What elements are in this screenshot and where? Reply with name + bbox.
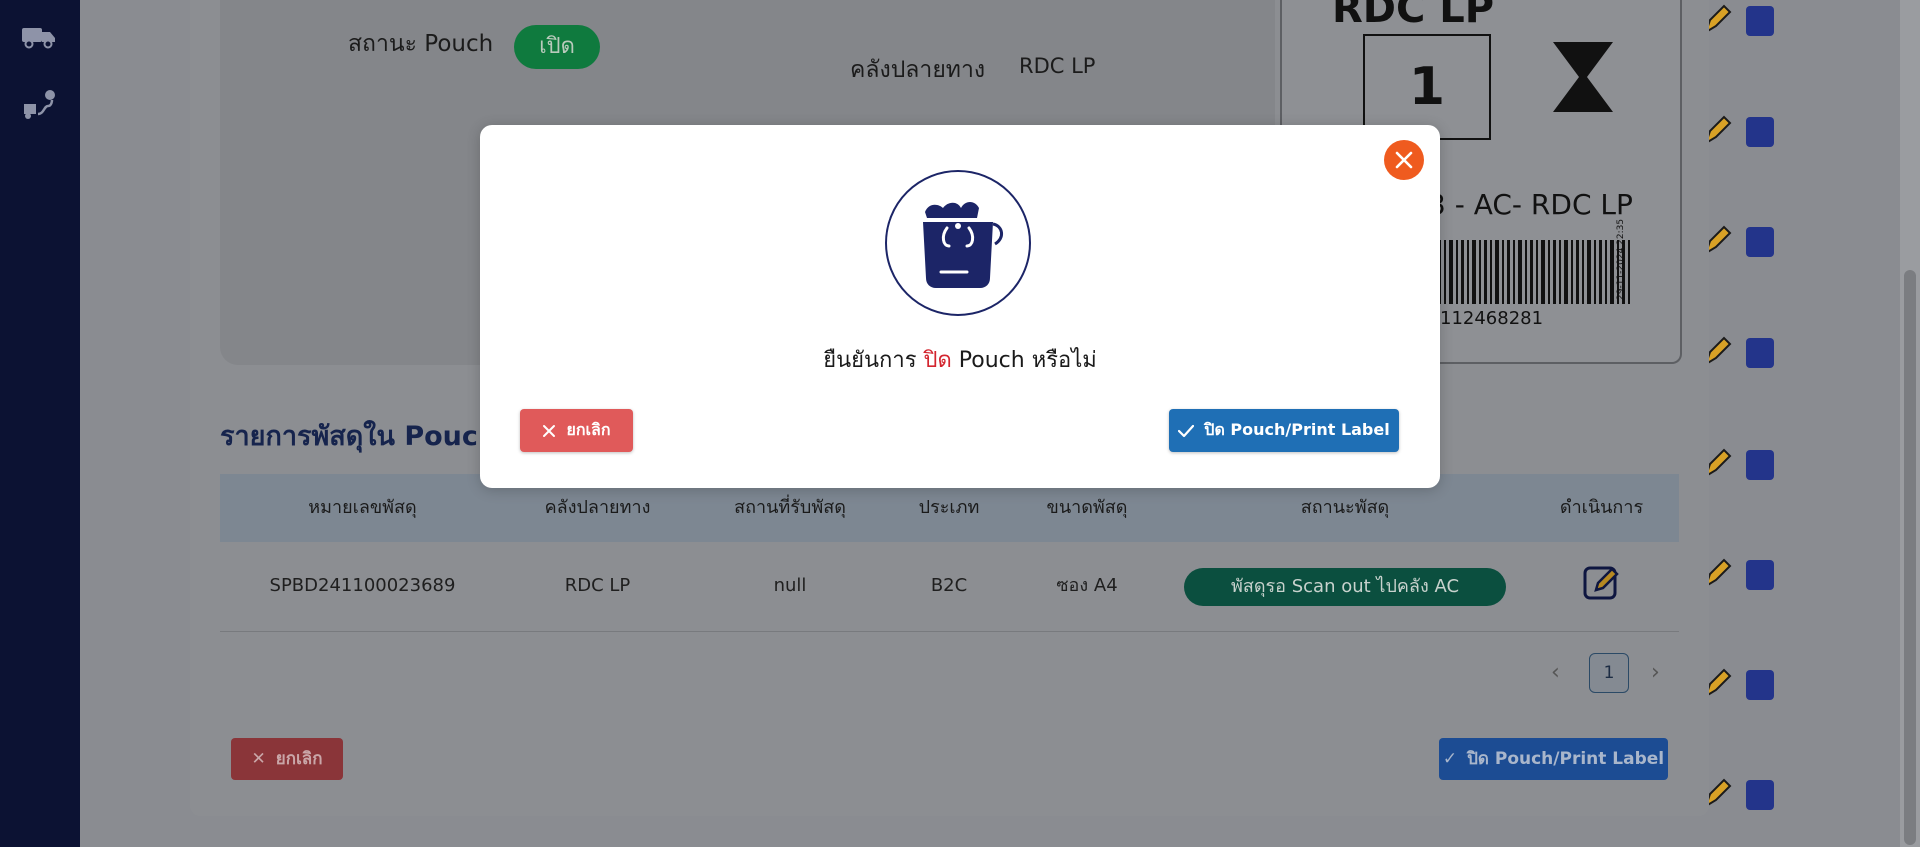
destination-cell: RDC LP <box>564 575 631 596</box>
check-icon: ✓ <box>1442 749 1458 769</box>
cancel-button[interactable]: ยกเลิก <box>520 409 633 452</box>
pagination-prev-icon[interactable]: ‹ <box>1551 660 1560 685</box>
truck-icon[interactable] <box>20 20 58 52</box>
type-cell: B2C <box>930 575 968 596</box>
destination-value: RDC LP <box>1019 54 1096 78</box>
confirm-button-label: ปิด Pouch/Print Label <box>1204 420 1390 439</box>
modal-close-button[interactable] <box>1384 140 1424 180</box>
scrollbar-thumb[interactable] <box>1904 270 1916 845</box>
pickup-location-cell: null <box>773 575 807 596</box>
confirm-suffix: Pouch หรือไม่ <box>951 348 1097 373</box>
close-icon: ✕ <box>251 749 266 769</box>
background-cancel-label: ยกเลิก <box>275 749 323 769</box>
destination-label: คลังปลายทาง <box>850 57 986 83</box>
section-title: รายการพัสดุใน Pouch <box>220 421 498 452</box>
pouch-status-badge: เปิด <box>514 25 600 69</box>
edit-print-icon-group <box>1704 225 1774 257</box>
close-icon <box>1395 151 1413 169</box>
edit-print-icon-group <box>1704 558 1774 590</box>
background-cancel-button: ✕ ยกเลิก <box>231 738 343 780</box>
close-icon <box>543 424 556 437</box>
cancel-button-label: ยกเลิก <box>566 420 611 439</box>
confirm-prefix: ยืนยันการ <box>823 348 924 373</box>
check-icon <box>1178 424 1195 437</box>
pouch-status-label: สถานะ Pouch <box>348 31 494 57</box>
edit-print-icon-group <box>1704 778 1774 810</box>
close-pouch-print-label-button[interactable]: ปิด Pouch/Print Label <box>1169 409 1399 452</box>
row-actions-column <box>1700 0 1780 847</box>
table-header-cell: ดำเนินการ <box>1559 497 1644 518</box>
row-divider <box>220 631 1679 632</box>
pouch-bag-icon <box>885 170 1031 316</box>
pagination-page-1[interactable]: 1 <box>1589 653 1629 693</box>
table-header-cell: หมายเลขพัสดุ <box>308 497 417 518</box>
background-close-print-label: ปิด Pouch/Print Label <box>1467 749 1665 769</box>
size-cell: ซอง A4 <box>1056 575 1118 596</box>
background-close-print-button: ✓ ปิด Pouch/Print Label <box>1439 738 1668 780</box>
edit-icon[interactable] <box>1582 562 1622 602</box>
parcel-status-badge: พัสดุรอ Scan out ไปคลัง AC <box>1184 568 1506 606</box>
edit-print-icon-group <box>1704 4 1774 36</box>
barcode-timestamp: 29-11-2024 22:35 <box>1616 218 1626 300</box>
label-title: RDC LP <box>1332 0 1495 32</box>
edit-print-icon-group <box>1704 115 1774 147</box>
route-tracking-icon[interactable] <box>20 88 58 124</box>
barcode-number: 112468281 <box>1440 308 1544 329</box>
edit-print-icon-group <box>1704 336 1774 368</box>
hourglass-icon <box>1553 42 1613 112</box>
scrollbar[interactable] <box>1900 0 1920 847</box>
sidebar <box>0 0 80 847</box>
edit-print-icon-group <box>1704 448 1774 480</box>
parcel-number-cell: SPBD241100023689 <box>269 575 456 596</box>
confirm-message: ยืนยันการ ปิด Pouch หรือไม่ <box>480 342 1440 377</box>
edit-print-icon-group <box>1704 668 1774 700</box>
confirm-highlight: ปิด <box>923 348 952 373</box>
pagination-next-icon[interactable]: › <box>1651 660 1660 685</box>
label-route: 3 - AC- RDC LP <box>1428 188 1633 221</box>
